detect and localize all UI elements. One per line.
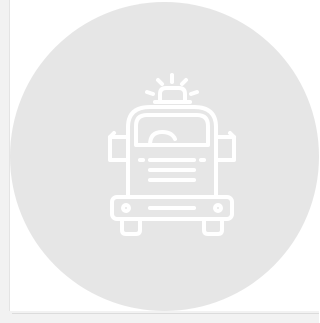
- vehicle-badge: [10, 2, 319, 311]
- fire-truck-with-siren-icon: [108, 73, 236, 236]
- bottom-panel-divider: [12, 313, 319, 314]
